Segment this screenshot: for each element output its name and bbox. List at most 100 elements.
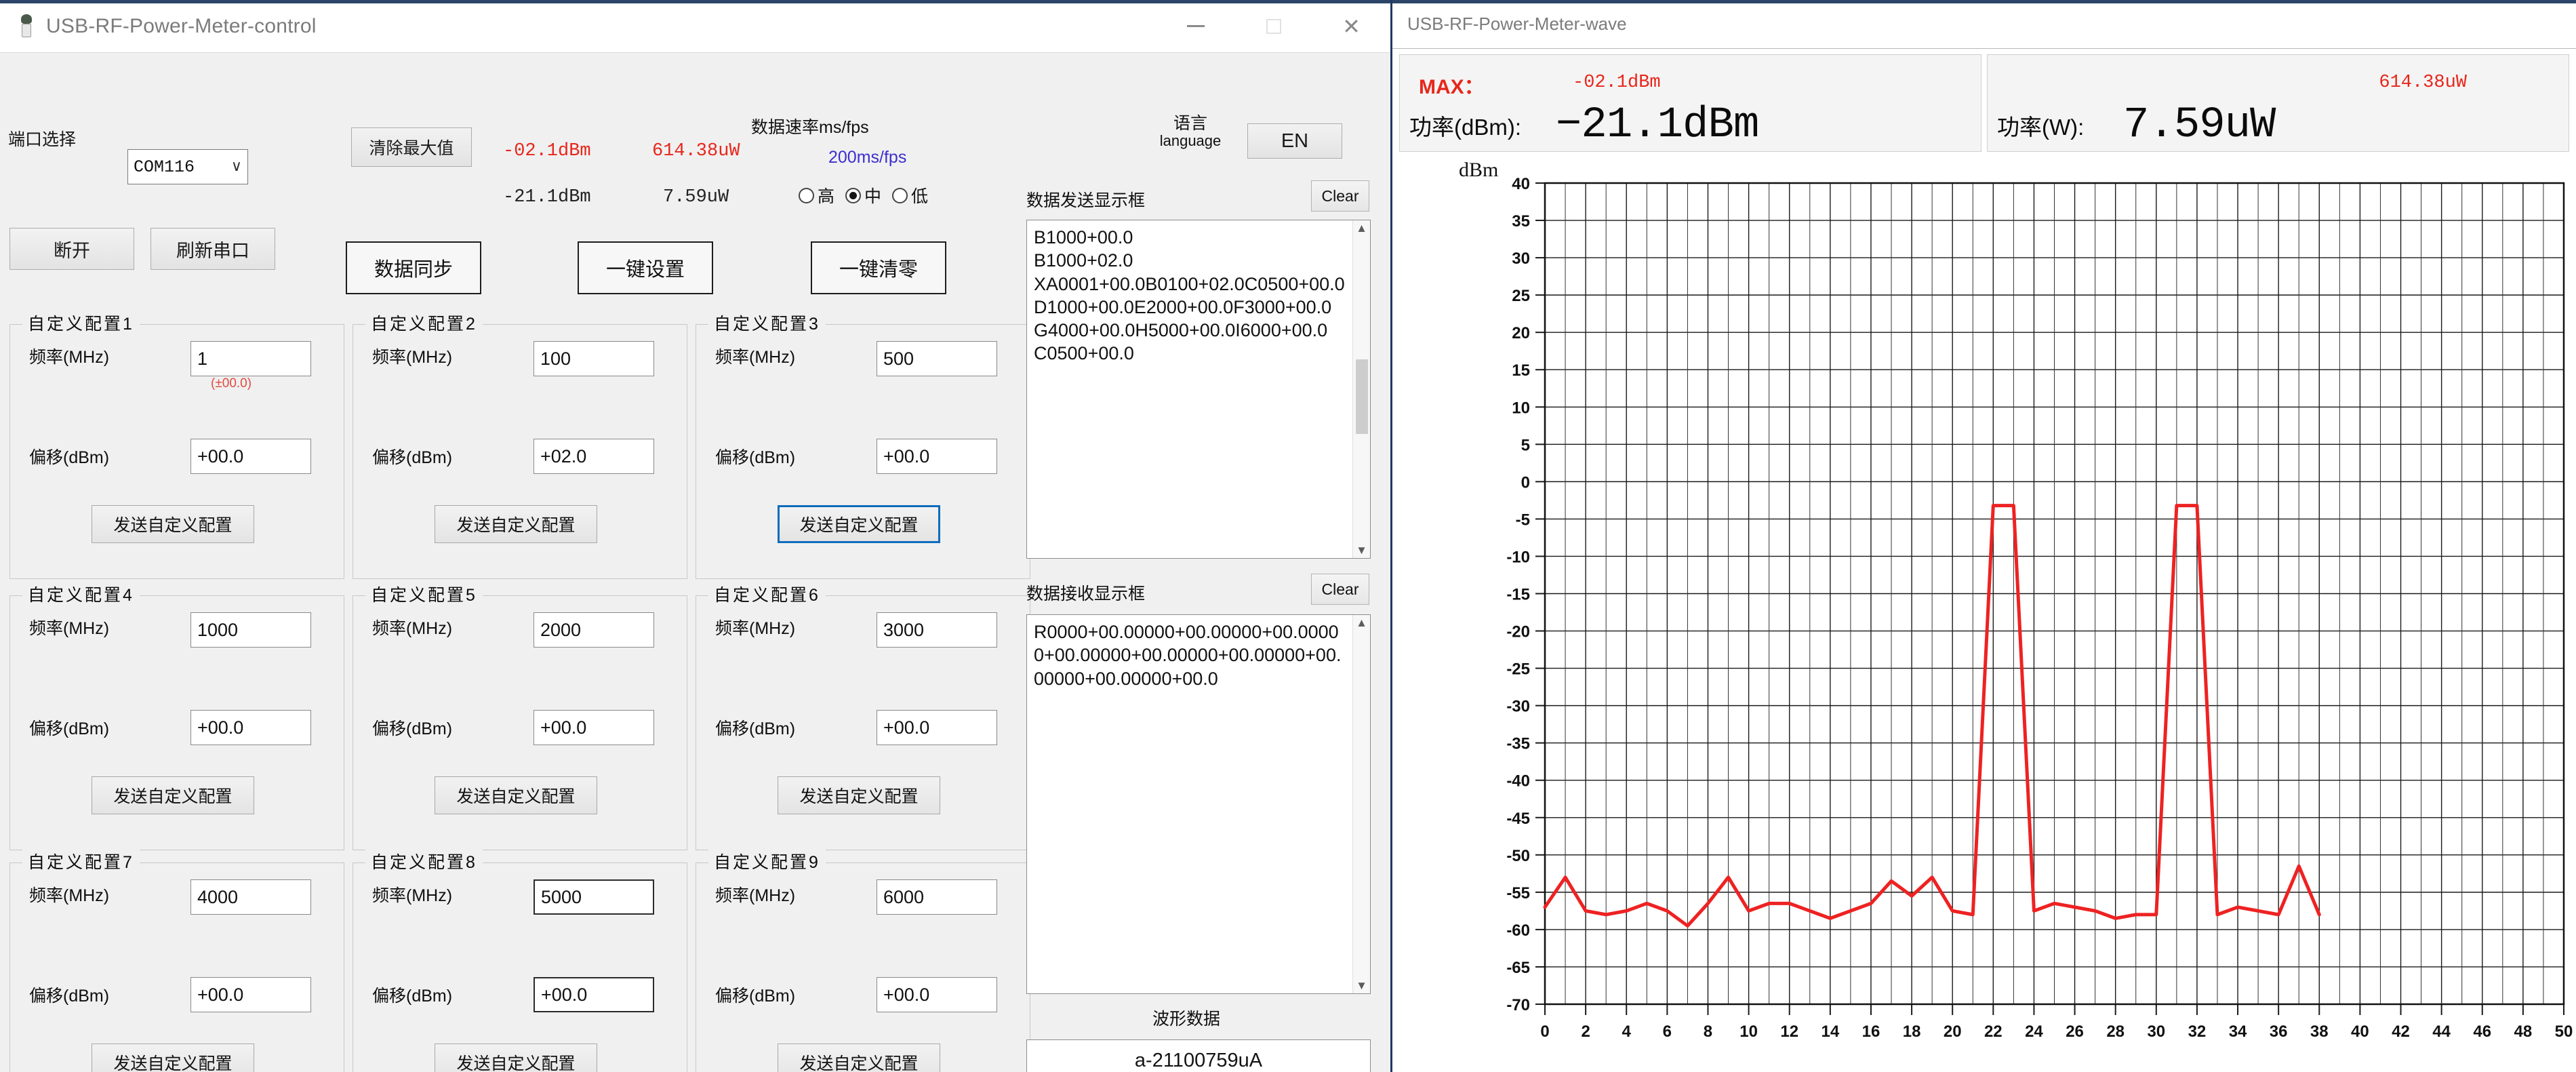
disconnect-button[interactable]: 断开 bbox=[9, 228, 134, 270]
offset-row: 偏移(dBm) bbox=[372, 444, 452, 469]
send-config-button[interactable]: 发送自定义配置 bbox=[778, 1044, 940, 1072]
offset-label: 偏移(dBm) bbox=[29, 444, 109, 469]
offset-label: 偏移(dBm) bbox=[372, 715, 452, 740]
scroll-up-icon[interactable]: ▲ bbox=[1356, 222, 1367, 234]
one-key-zero-button[interactable]: 一键清零 bbox=[811, 241, 946, 294]
y-tick-label: -40 bbox=[1506, 772, 1530, 791]
x-tick-label: 42 bbox=[2392, 1023, 2410, 1041]
offset-row: 偏移(dBm) bbox=[715, 982, 795, 1007]
meter-dbm-max-value: -02.1dBm bbox=[1573, 73, 1661, 93]
config-group-title: 自定义配置9 bbox=[708, 849, 826, 873]
radio-rate-high[interactable]: 高 bbox=[799, 183, 834, 207]
window-controls: ✕ bbox=[1156, 0, 1390, 52]
radio-label: 低 bbox=[911, 183, 928, 207]
minimize-button[interactable] bbox=[1156, 0, 1234, 52]
refresh-ports-button[interactable]: 刷新串口 bbox=[150, 228, 275, 270]
close-button[interactable]: ✕ bbox=[1312, 0, 1390, 52]
frequency-input[interactable]: 1000 bbox=[190, 612, 311, 648]
offset-input[interactable]: +00.0 bbox=[190, 977, 311, 1012]
wave-meters-row: MAX： -02.1dBm 功率(dBm): −21.1dBm 614.38uW… bbox=[1392, 49, 2576, 155]
scroll-down-icon[interactable]: ▼ bbox=[1356, 544, 1367, 556]
frequency-input[interactable]: 500 bbox=[877, 341, 997, 376]
meter-watt: 614.38uW 功率(W): 7.59uW bbox=[1987, 54, 2569, 152]
offset-input[interactable]: +00.0 bbox=[534, 977, 654, 1012]
x-tick-label: 6 bbox=[1663, 1023, 1672, 1041]
y-tick-label: 25 bbox=[1512, 287, 1530, 305]
x-tick-label: 18 bbox=[1903, 1023, 1921, 1041]
port-select-dropdown[interactable]: COM116 ∨ bbox=[127, 149, 248, 184]
radio-label: 中 bbox=[864, 183, 881, 207]
radio-label: 高 bbox=[818, 183, 834, 207]
waveform-chart: dBm 4035302520151050-5-10-15-20-25-30-35… bbox=[1392, 155, 2576, 1072]
offset-input[interactable]: +00.0 bbox=[190, 710, 311, 745]
offset-input[interactable]: +00.0 bbox=[877, 710, 997, 745]
frequency-row: 频率(MHz) bbox=[29, 882, 109, 907]
radio-rate-medium[interactable]: 中 bbox=[845, 183, 881, 207]
data-sync-button[interactable]: 数据同步 bbox=[346, 241, 481, 294]
frequency-input[interactable]: 4000 bbox=[190, 879, 311, 915]
offset-label: 偏移(dBm) bbox=[29, 715, 109, 740]
scroll-down-icon[interactable]: ▼ bbox=[1356, 980, 1367, 991]
frequency-row: 频率(MHz) bbox=[372, 615, 452, 639]
offset-input[interactable]: +00.0 bbox=[877, 439, 997, 474]
control-window-title: USB-RF-Power-Meter-control bbox=[46, 15, 317, 38]
wave-window-title: USB-RF-Power-Meter-wave bbox=[1407, 14, 1627, 35]
send-config-button[interactable]: 发送自定义配置 bbox=[435, 505, 597, 543]
frequency-label: 频率(MHz) bbox=[29, 882, 109, 907]
send-config-button[interactable]: 发送自定义配置 bbox=[92, 776, 254, 814]
frequency-input[interactable]: 5000 bbox=[534, 879, 654, 915]
offset-input[interactable]: +00.0 bbox=[190, 439, 311, 474]
max-watt-readout: 614.38uW bbox=[652, 141, 740, 161]
send-display-textbox[interactable]: B1000+00.0 B1000+02.0 XA0001+00.0B0100+0… bbox=[1026, 220, 1371, 559]
x-tick-label: 8 bbox=[1704, 1023, 1712, 1041]
frequency-row: 频率(MHz) bbox=[715, 615, 795, 639]
offset-input[interactable]: +02.0 bbox=[534, 439, 654, 474]
recv-display-textbox[interactable]: R0000+00.00000+00.00000+00.00000+00.0000… bbox=[1026, 614, 1371, 994]
recv-box-scrollbar[interactable]: ▲ ▼ bbox=[1352, 615, 1370, 993]
y-tick-label: -30 bbox=[1506, 698, 1530, 716]
frequency-input[interactable]: 6000 bbox=[877, 879, 997, 915]
send-box-scrollbar[interactable]: ▲ ▼ bbox=[1352, 220, 1370, 558]
send-config-button[interactable]: 发送自定义配置 bbox=[435, 1044, 597, 1072]
maximize-button[interactable] bbox=[1234, 0, 1312, 52]
wave-data-field[interactable]: a-21100759uA bbox=[1026, 1039, 1371, 1072]
send-config-button[interactable]: 发送自定义配置 bbox=[92, 1044, 254, 1072]
frequency-row: 频率(MHz) bbox=[715, 882, 795, 907]
language-toggle-button[interactable]: EN bbox=[1247, 123, 1342, 159]
data-rate-label: 数据速率ms/fps bbox=[751, 114, 869, 138]
recv-box-clear-button[interactable]: Clear bbox=[1311, 574, 1369, 605]
frequency-row: 频率(MHz) bbox=[29, 615, 109, 639]
usb-plug-icon bbox=[18, 14, 35, 39]
data-rate-value: 200ms/fps bbox=[828, 148, 906, 167]
frequency-row: 频率(MHz) bbox=[715, 344, 795, 368]
y-tick-label: -55 bbox=[1506, 884, 1530, 902]
y-tick-label: -45 bbox=[1506, 810, 1530, 828]
frequency-input[interactable]: 3000 bbox=[877, 612, 997, 648]
offset-input[interactable]: +00.0 bbox=[534, 710, 654, 745]
send-config-button[interactable]: 发送自定义配置 bbox=[778, 776, 940, 814]
offset-input[interactable]: +00.0 bbox=[877, 977, 997, 1012]
frequency-label: 频率(MHz) bbox=[372, 615, 452, 639]
x-tick-label: 14 bbox=[1821, 1023, 1839, 1041]
config-group-title: 自定义配置7 bbox=[22, 849, 140, 873]
radio-rate-low[interactable]: 低 bbox=[892, 183, 928, 207]
port-select-label: 端口选择 bbox=[8, 126, 76, 151]
x-tick-label: 30 bbox=[2147, 1023, 2165, 1041]
y-tick-label: -35 bbox=[1506, 735, 1530, 753]
send-config-button[interactable]: 发送自定义配置 bbox=[778, 505, 940, 543]
data-rate-radio-group: 高 中 低 bbox=[799, 183, 928, 207]
meter-watt-max-value: 614.38uW bbox=[2379, 73, 2467, 93]
send-config-button[interactable]: 发送自定义配置 bbox=[92, 505, 254, 543]
frequency-input[interactable]: 2000 bbox=[534, 612, 654, 648]
send-config-button[interactable]: 发送自定义配置 bbox=[435, 776, 597, 814]
clear-max-button[interactable]: 清除最大值 bbox=[351, 127, 472, 167]
frequency-input[interactable]: 100 bbox=[534, 341, 654, 376]
one-key-setup-button[interactable]: 一键设置 bbox=[578, 241, 713, 294]
scroll-up-icon[interactable]: ▲ bbox=[1356, 617, 1367, 629]
wave-window: USB-RF-Power-Meter-wave MAX： -02.1dBm 功率… bbox=[1392, 0, 2576, 1072]
send-box-clear-button[interactable]: Clear bbox=[1311, 180, 1369, 212]
y-tick-label: -70 bbox=[1506, 996, 1530, 1014]
config-group-title: 自定义配置4 bbox=[22, 582, 140, 606]
frequency-input[interactable]: 1 bbox=[190, 341, 311, 376]
scrollbar-thumb[interactable] bbox=[1356, 359, 1368, 434]
